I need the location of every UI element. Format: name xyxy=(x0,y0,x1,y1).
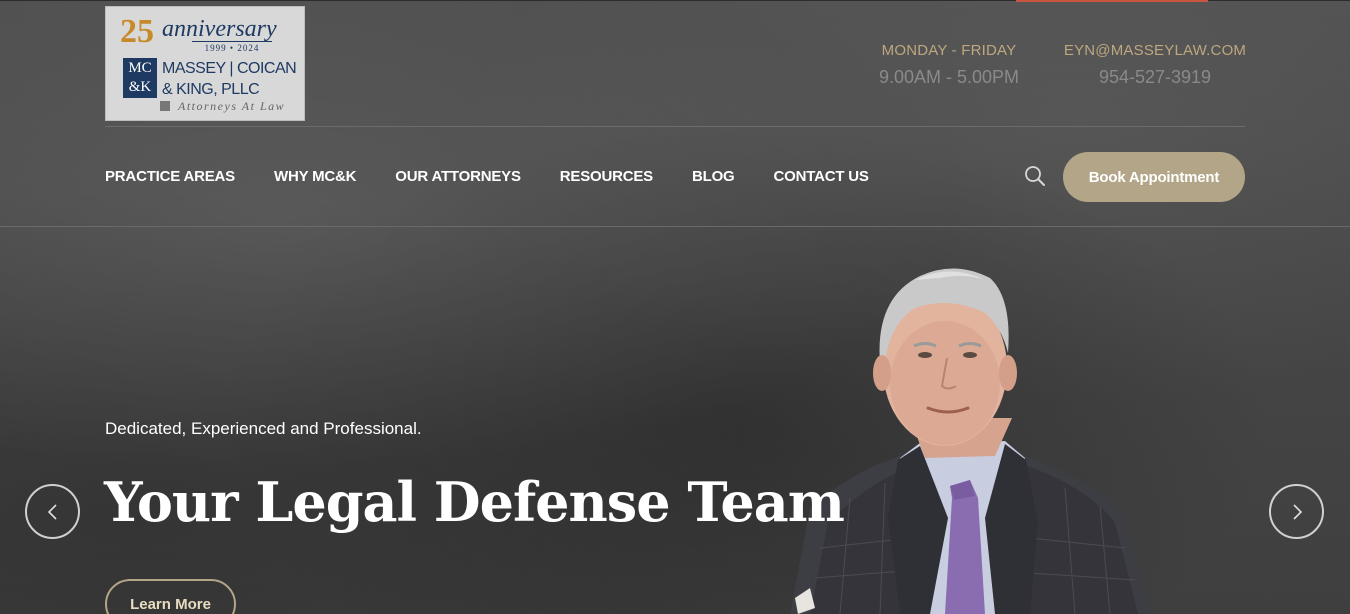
hours-label: MONDAY - FRIDAY xyxy=(881,42,1017,59)
contact-info: EYN@MASSEYLAW.COM 954-527-3919 xyxy=(1060,42,1250,88)
logo-mark-line: MC xyxy=(128,60,152,76)
office-hours: MONDAY - FRIDAY 9.00AM - 5.00PM xyxy=(860,42,1038,88)
logo-square-icon xyxy=(160,101,170,111)
attorney-portrait xyxy=(790,268,1152,614)
learn-more-button[interactable]: Learn More xyxy=(105,579,236,614)
email-link[interactable]: EYN@MASSEYLAW.COM xyxy=(1060,42,1250,59)
search-icon[interactable] xyxy=(1024,165,1046,187)
nav-item-blog[interactable]: BLOG xyxy=(692,168,735,185)
logo-mark-line: &K xyxy=(128,79,152,95)
chevron-right-icon xyxy=(1292,503,1302,520)
logo-firm-name: MASSEY | COICAN & KING, PLLC xyxy=(162,58,297,100)
phone-link[interactable]: 954-527-3919 xyxy=(1060,67,1250,88)
top-accent-bar xyxy=(1016,0,1208,2)
nav-item-resources[interactable]: RESOURCES xyxy=(560,168,653,185)
nav-divider xyxy=(0,226,1350,227)
main-nav: PRACTICE AREAS WHY MC&K OUR ATTORNEYS RE… xyxy=(105,168,908,185)
nav-item-our-attorneys[interactable]: OUR ATTORNEYS xyxy=(395,168,521,185)
nav-item-practice-areas[interactable]: PRACTICE AREAS xyxy=(105,168,235,185)
slider-prev-button[interactable] xyxy=(25,484,80,539)
hero-title: Your Legal Defense Team xyxy=(104,470,845,534)
slider-next-button[interactable] xyxy=(1269,484,1324,539)
logo-anniversary-number: 25 xyxy=(120,13,154,50)
nav-item-contact-us[interactable]: CONTACT US xyxy=(774,168,869,185)
logo-firm-line: & KING, PLLC xyxy=(162,81,260,98)
logo-anniversary-years: 1999 • 2024 xyxy=(192,41,272,53)
logo-firm-line: MASSEY | COICAN xyxy=(162,60,297,77)
site-logo[interactable]: 25 anniversary 1999 • 2024 MC &K MASSEY … xyxy=(105,6,305,121)
logo-tagline: Attorneys At Law xyxy=(178,99,286,113)
hero-subtitle: Dedicated, Experienced and Professional. xyxy=(105,419,422,438)
book-appointment-button[interactable]: Book Appointment xyxy=(1063,152,1245,202)
logo-anniversary-word: anniversary xyxy=(162,16,277,42)
header-divider xyxy=(105,126,1245,127)
logo-mark: MC &K xyxy=(123,58,157,98)
nav-item-why-mck[interactable]: WHY MC&K xyxy=(274,168,356,185)
hours-value: 9.00AM - 5.00PM xyxy=(878,67,1020,87)
chevron-left-icon xyxy=(47,503,57,520)
